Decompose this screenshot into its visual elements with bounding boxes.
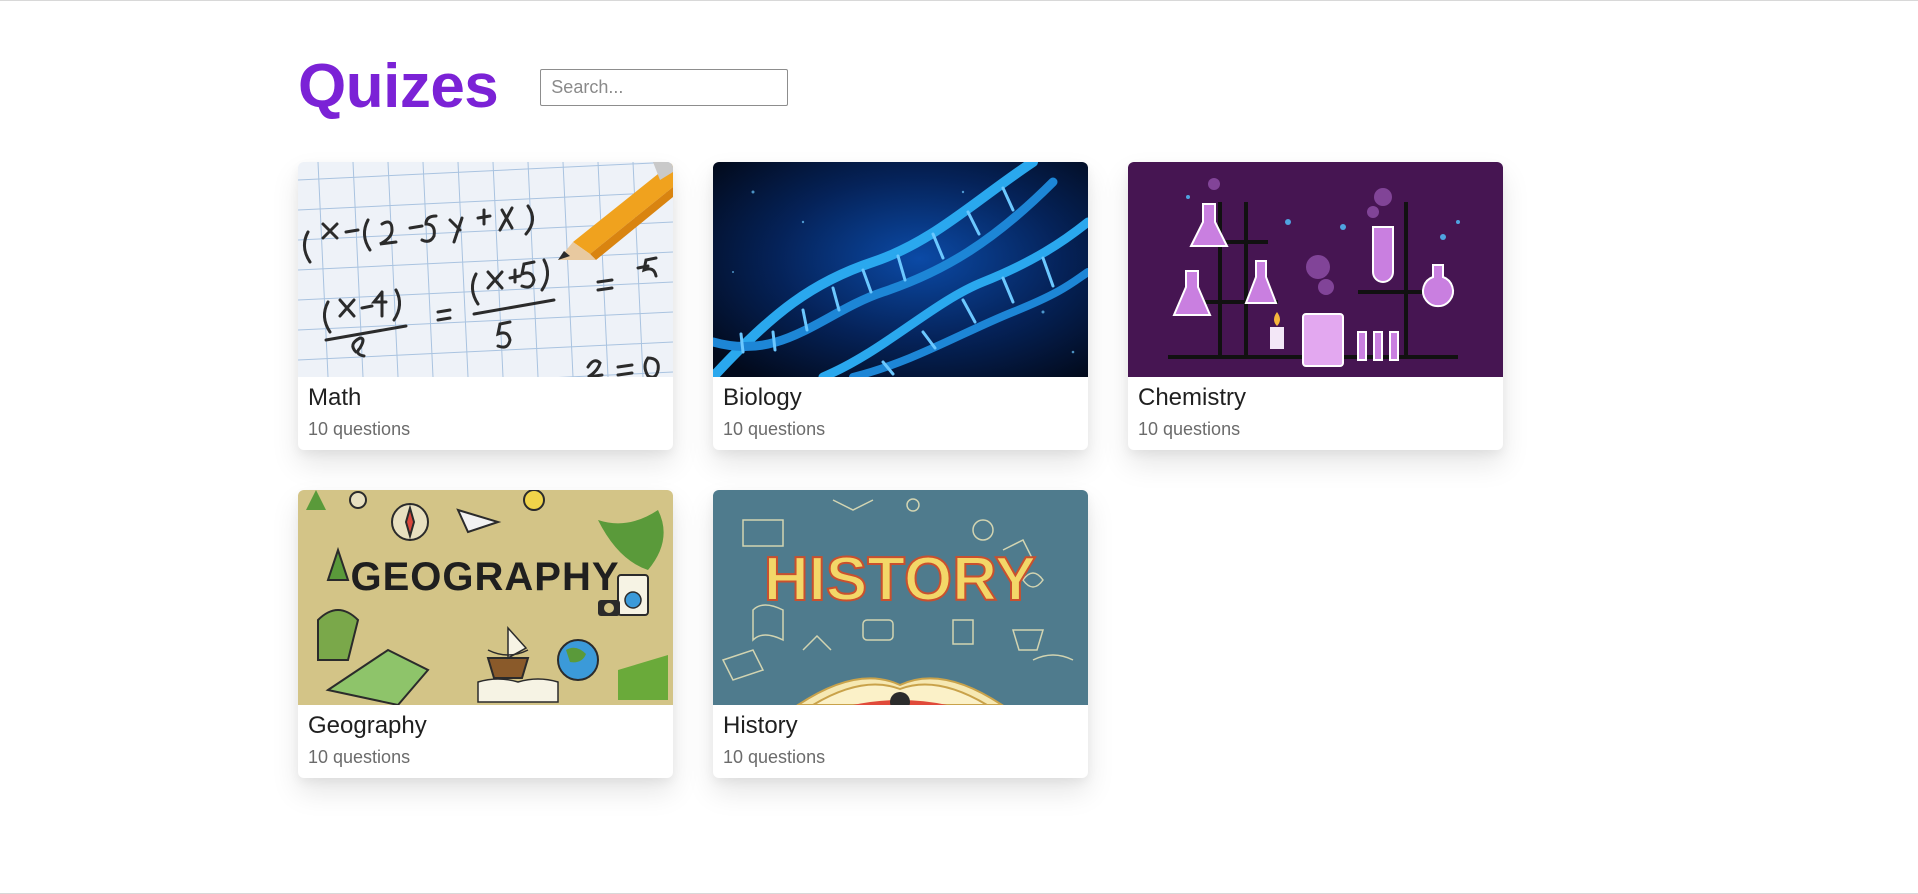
quiz-card-geography[interactable]: GEOGRAPHY Geography 10 questions [298, 490, 673, 778]
quiz-card-math[interactable]: Math 10 questions [298, 162, 673, 450]
quiz-grid: Math 10 questions Biology 10 questions C… [298, 162, 1508, 778]
quiz-card-history[interactable]: HISTORY History 10 questions [713, 490, 1088, 778]
quiz-card-chemistry[interactable]: Chemistry 10 questions [1128, 162, 1503, 450]
search-input[interactable] [540, 68, 789, 106]
quiz-question-count: 10 questions [308, 419, 411, 439]
quiz-question-count: 10 questions [1138, 419, 1241, 439]
quiz-title: History [723, 712, 798, 739]
math-thumbnail [298, 162, 673, 377]
page: Quizes Search... Math 10 questions Biolo… [0, 0, 1918, 894]
quiz-question-count: 10 questions [723, 419, 826, 439]
geography-thumbnail: GEOGRAPHY [298, 490, 673, 705]
quiz-title: Chemistry [1138, 384, 1247, 411]
header: Quizes [298, 49, 789, 125]
quiz-question-count: 10 questions [723, 747, 826, 767]
history-thumbnail: HISTORY [713, 490, 1088, 705]
quiz-title: Biology [723, 384, 802, 411]
quiz-title: Math [308, 384, 362, 411]
quiz-question-count: 10 questions [308, 747, 411, 767]
biology-thumbnail [713, 162, 1088, 377]
quiz-title: Geography [308, 712, 427, 739]
page-title: Quizes [298, 52, 499, 121]
history-image-label: HISTORY [764, 545, 1036, 614]
quiz-card-biology[interactable]: Biology 10 questions [713, 162, 1088, 450]
chemistry-thumbnail [1128, 162, 1503, 377]
geography-image-label: GEOGRAPHY [350, 555, 619, 599]
